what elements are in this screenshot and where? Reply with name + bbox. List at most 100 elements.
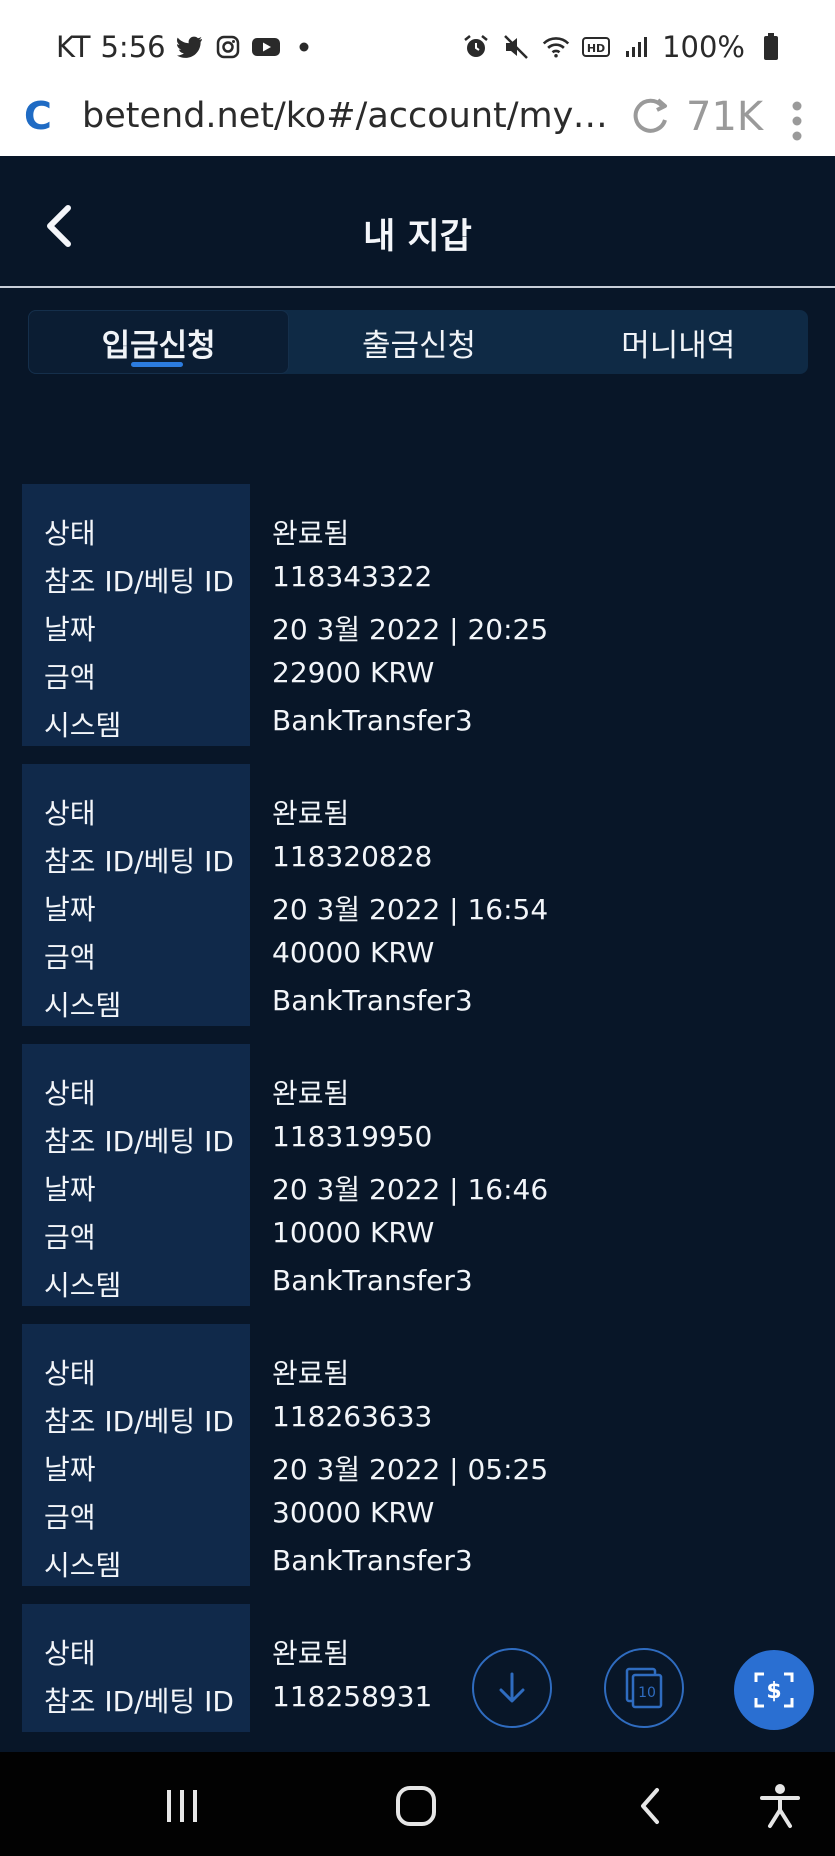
record-row-date: 날짜 20 3월 2022 | 20:25 — [22, 608, 822, 656]
record-row-ref-id: 참조 ID/베팅 ID 118343322 — [22, 560, 822, 608]
date-value: 20 3월 2022 | 20:25 — [272, 613, 549, 646]
record-row-date: 날짜 20 3월 2022 | 05:25 — [22, 1448, 822, 1496]
ref-id-label: 참조 ID/베팅 ID — [44, 565, 234, 598]
status-value: 완료됨 — [272, 1357, 350, 1390]
url-field[interactable]: betend.net/ko#/account/my-w... — [82, 96, 612, 136]
more-menu-icon[interactable] — [790, 94, 804, 148]
arrow-down-icon — [499, 1672, 525, 1703]
record-row-ref-id: 참조 ID/베팅 ID 118319950 — [22, 1120, 822, 1168]
deposit-record: 상태 완료됨 참조 ID/베팅 ID 118320828 날짜 20 3월 20… — [22, 764, 822, 1026]
tab-label: 출금신청 — [361, 327, 477, 364]
amount-value: 22900 KRW — [272, 656, 435, 689]
dot-icon — [290, 33, 318, 61]
back-icon[interactable] — [620, 1778, 680, 1834]
svg-text:HD: HD — [587, 42, 605, 55]
status-value: 완료됨 — [272, 1077, 350, 1110]
mute-icon — [502, 33, 530, 61]
date-value: 20 3월 2022 | 05:25 — [272, 1453, 549, 1486]
dollar-scan-icon: $ — [754, 1672, 794, 1708]
amount-label: 금액 — [44, 941, 96, 974]
record-row-status: 상태 완료됨 — [22, 1352, 822, 1400]
system-nav-bar — [0, 1752, 835, 1856]
record-row-amount: 금액 10000 KRW — [22, 1216, 822, 1264]
home-icon[interactable] — [386, 1778, 446, 1834]
ref-id-label: 참조 ID/베팅 ID — [44, 845, 234, 878]
amount-label: 금액 — [44, 1501, 96, 1534]
wifi-icon — [542, 33, 570, 61]
amount-label: 금액 — [44, 661, 96, 694]
system-value: BankTransfer3 — [272, 1544, 473, 1577]
record-row-date: 날짜 20 3월 2022 | 16:54 — [22, 888, 822, 936]
tab-money-history[interactable]: 머니내역 — [549, 310, 808, 374]
status-label: 상태 — [44, 1077, 96, 1110]
tab-label: 입금신청 — [101, 327, 216, 364]
ref-id-value: 118320828 — [272, 840, 433, 873]
system-value: BankTransfer3 — [272, 984, 473, 1017]
ref-id-label: 참조 ID/베팅 ID — [44, 1405, 234, 1438]
reload-icon[interactable] — [628, 92, 672, 142]
youtube-icon — [251, 33, 280, 61]
date-label: 날짜 — [44, 893, 96, 926]
wallet-tabs: 입금신청 출금신청 머니내역 — [28, 310, 808, 374]
record-row-status: 상태 완료됨 — [22, 512, 822, 560]
system-label: 시스템 — [44, 709, 122, 742]
ref-id-value: 118263633 — [272, 1400, 433, 1433]
wallet-button[interactable]: $ — [734, 1650, 814, 1730]
amount-value: 40000 KRW — [272, 936, 435, 969]
app-header: 내 지갑 — [0, 156, 835, 288]
record-row-ref-id: 참조 ID/베팅 ID 118258931 — [22, 1680, 822, 1728]
record-row-ref-id: 참조 ID/베팅 ID 118320828 — [22, 840, 822, 888]
clock: 5:56 — [100, 30, 166, 64]
ref-id-value: 118319950 — [272, 1120, 433, 1153]
record-row-status: 상태 완료됨 — [22, 1632, 822, 1680]
record-row-amount: 금액 30000 KRW — [22, 1496, 822, 1544]
alarm-icon — [462, 33, 490, 61]
tab-withdraw-request[interactable]: 출금신청 — [289, 310, 548, 374]
system-label: 시스템 — [44, 1269, 122, 1302]
system-label: 시스템 — [44, 989, 122, 1022]
tab-count[interactable]: 71K — [686, 94, 763, 140]
instagram-icon — [214, 33, 242, 61]
status-label: 상태 — [44, 1357, 96, 1390]
twitter-icon — [176, 33, 204, 61]
record-row-system: 시스템 BankTransfer3 — [22, 1544, 822, 1592]
tab-label: 머니내역 — [621, 327, 736, 364]
battery-icon — [757, 33, 785, 61]
record-row-system: 시스템 BankTransfer3 — [22, 1264, 822, 1312]
scroll-down-button[interactable] — [472, 1648, 552, 1728]
recent-apps-icon[interactable] — [152, 1778, 212, 1834]
accessibility-icon[interactable] — [750, 1778, 810, 1834]
status-value: 완료됨 — [272, 797, 350, 830]
amount-label: 금액 — [44, 1221, 96, 1254]
deposit-list: 상태 완료됨 참조 ID/베팅 ID 118343322 날짜 20 3월 20… — [22, 484, 822, 1750]
system-value: BankTransfer3 — [272, 1264, 473, 1297]
status-label: 상태 — [44, 517, 96, 550]
status-label: 상태 — [44, 797, 96, 830]
active-tab-indicator — [131, 362, 183, 367]
deposit-record: 상태 완료됨 참조 ID/베팅 ID 118258931 — [22, 1604, 822, 1732]
signal-icon — [622, 33, 650, 61]
tab-deposit-request[interactable]: 입금신청 — [28, 310, 290, 374]
bet-slip-count: 10 — [638, 1685, 656, 1701]
bet-slip-button[interactable]: 10 — [604, 1648, 684, 1728]
hd-icon: HD — [582, 33, 611, 61]
page-title: 내 지갑 — [363, 217, 472, 257]
battery-percent: 100% — [662, 30, 745, 64]
deposit-record: 상태 완료됨 참조 ID/베팅 ID 118319950 날짜 20 3월 20… — [22, 1044, 822, 1306]
record-row-ref-id: 참조 ID/베팅 ID 118263633 — [22, 1400, 822, 1448]
bet-slip-icon: 10 — [625, 1667, 663, 1709]
status-label: 상태 — [44, 1637, 96, 1670]
record-row-status: 상태 완료됨 — [22, 1072, 822, 1120]
browser-address-bar: C betend.net/ko#/account/my-w... 71K — [0, 86, 835, 156]
system-value: BankTransfer3 — [272, 704, 473, 737]
ref-id-value: 118258931 — [272, 1680, 433, 1713]
record-row-date: 날짜 20 3월 2022 | 16:46 — [22, 1168, 822, 1216]
site-favicon: C — [24, 94, 52, 138]
amount-value: 30000 KRW — [272, 1496, 435, 1529]
record-row-amount: 금액 22900 KRW — [22, 656, 822, 704]
date-label: 날짜 — [44, 1173, 96, 1206]
status-value: 완료됨 — [272, 517, 350, 550]
record-row-status: 상태 완료됨 — [22, 792, 822, 840]
record-row-amount: 금액 40000 KRW — [22, 936, 822, 984]
ref-id-label: 참조 ID/베팅 ID — [44, 1125, 234, 1158]
